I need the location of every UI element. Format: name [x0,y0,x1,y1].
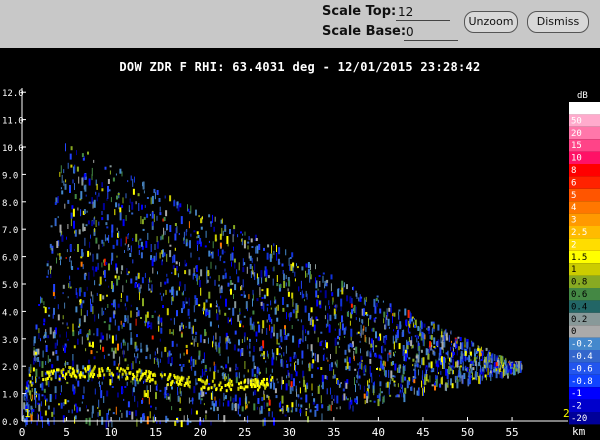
y-tick-label: 7.0 [2,226,18,236]
x-tick-label: 30 [283,426,296,439]
corner-right-label: 2 [563,407,570,420]
colorbar-label: 10 [571,154,582,164]
colorbar-unit: dB [577,91,588,101]
colorbar-label: -2 [571,402,582,412]
y-tick-label: 3.0 [2,336,18,346]
toolbar: Scale Top: Scale Base: Unzoom Dismiss [0,0,600,48]
y-tick-label: 8.0 [2,199,18,209]
x-tick-label: 50 [461,426,474,439]
y-tick-label: 12.0 [2,89,24,99]
x-tick-label: 5 [63,426,70,439]
colorbar: dB 95 50 20 15 10 8 6 5 4 3 2.5 2 1.5 1 0.8 0.6 0.4 0.2 0 -… [569,91,600,425]
y-tick-label: 11.0 [2,117,24,127]
colorbar-label: -0.8 [571,377,593,387]
colorbar-label: 0 [571,327,576,337]
x-tick-label: 40 [372,426,385,439]
colorbar-label: 3 [571,216,576,226]
colorbar-label: 0.2 [571,315,587,325]
x-tick-labels: 0 5 10 15 20 25 30 35 40 45 50 55 [19,417,519,439]
colorbar-label: 15 [571,141,582,151]
y-tick-label: 9.0 [2,171,18,181]
x-tick-label: 45 [416,426,429,439]
colorbar-label: 4 [571,203,576,213]
x-tick-label: 25 [238,426,251,439]
scale-base-label: Scale Base: [322,24,407,39]
y-tick-label: 1.0 [2,391,18,401]
colorbar-label: 6 [571,178,576,188]
x-tick-label: 10 [105,426,118,439]
dismiss-button[interactable]: Dismiss [527,11,589,33]
colorbar-label: 95 [571,104,582,114]
x-unit-label: km [572,425,586,438]
corner-left-label: 1 [24,407,31,420]
plot-title: DOW ZDR F RHI: 63.4031 deg - 12/01/2015 … [119,60,481,74]
colorbar-label: 5 [571,191,576,201]
scale-base-input[interactable] [404,24,458,41]
y-tick-label: 2.0 [2,363,18,373]
colorbar-label: 2 [571,240,576,250]
rhi-plot[interactable]: 12.011.010.09.08.07.06.05.04.03.02.01.00… [0,80,600,440]
colorbar-label: 2.5 [571,228,587,238]
x-tick-label: 55 [505,426,518,439]
scale-top-label: Scale Top: [322,4,397,19]
colorbar-label: 0.4 [571,302,587,312]
x-tick-label: 35 [327,426,340,439]
colorbar-label: -0.2 [571,340,593,350]
y-tick-label: 0.0 [2,418,18,428]
x-tick-label: 0 [19,426,26,439]
colorbar-label: 0.8 [571,278,587,288]
colorbar-label: 1.5 [571,253,587,263]
scale-top-input[interactable] [396,4,450,21]
radar-field [22,143,523,429]
colorbar-label: 20 [571,129,582,139]
colorbar-label: -0.6 [571,364,593,374]
colorbar-label: 0.6 [571,290,587,300]
colorbar-label: -1 [571,389,582,399]
y-tick-label: 10.0 [2,144,24,154]
unzoom-button[interactable]: Unzoom [464,11,518,33]
y-tick-label: 4.0 [2,308,18,318]
colorbar-label: -0.4 [571,352,593,362]
x-tick-label: 15 [149,426,162,439]
x-tick-label: 20 [194,426,207,439]
y-tick-label: 6.0 [2,254,18,264]
colorbar-label: 50 [571,116,582,126]
colorbar-label: 8 [571,166,576,176]
colorbar-label: -20 [571,414,587,424]
y-tick-label: 5.0 [2,281,18,291]
colorbar-label: 1 [571,265,576,275]
